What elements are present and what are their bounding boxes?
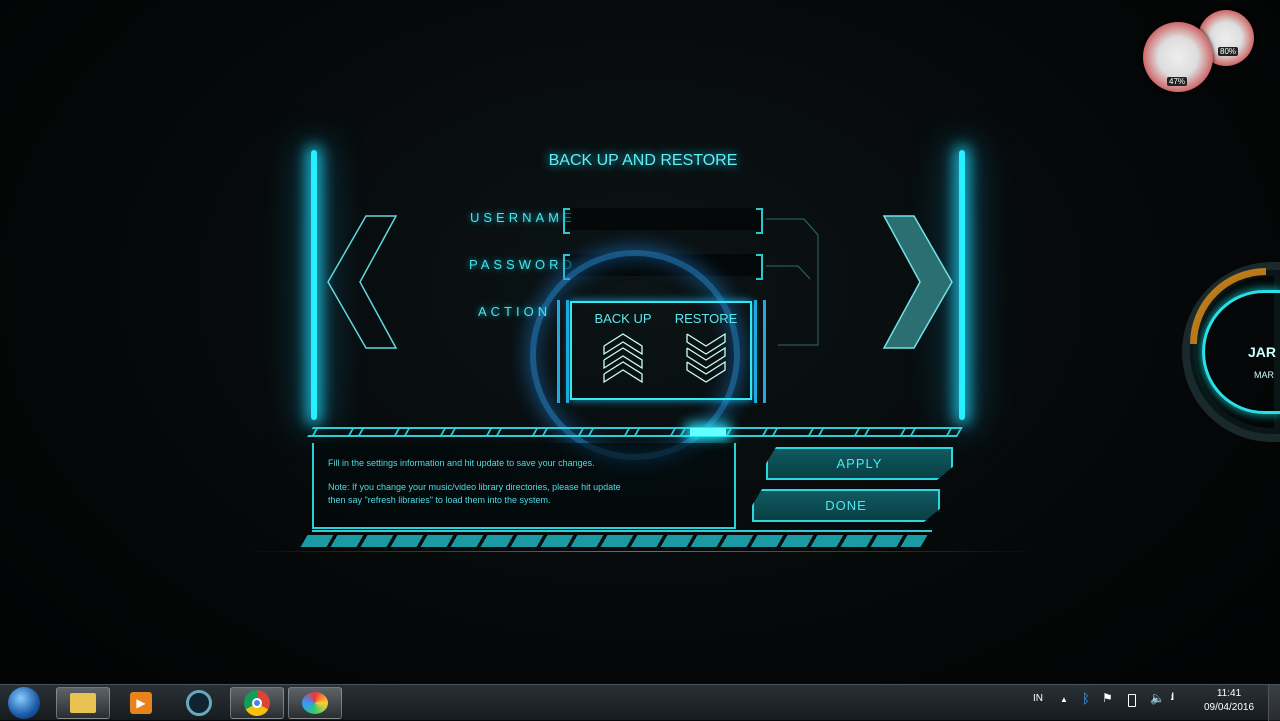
strip-glow <box>690 428 726 436</box>
jarvis-title: JAR <box>1248 344 1277 360</box>
chevrons-down-icon <box>686 332 726 383</box>
clock[interactable]: 11:41 09/04/2016 <box>1196 688 1262 713</box>
message-line-3: then say "refresh libraries" to load the… <box>328 495 551 505</box>
chevrons-up-icon <box>603 333 643 384</box>
message-line-2: Note: If you change your music/video lib… <box>328 482 621 492</box>
restore-button[interactable]: RESTORE <box>672 311 740 389</box>
memory-percent: 80% <box>1218 47 1239 56</box>
jarvis-app-icon <box>186 690 212 716</box>
top-segment-strip <box>307 427 963 437</box>
bluetooth-icon[interactable]: ᛒ <box>1082 691 1090 706</box>
password-label: PASSWORD <box>469 257 576 272</box>
language-indicator[interactable]: IN <box>1033 693 1043 704</box>
paint-icon <box>302 692 328 714</box>
clock-time: 11:41 <box>1216 688 1242 699</box>
message-box: Fill in the settings information and hit… <box>312 443 736 529</box>
floor-line <box>240 551 1040 552</box>
cpu-percent: 47% <box>1167 77 1188 86</box>
folder-icon <box>70 693 96 713</box>
backup-button[interactable]: BACK UP <box>592 311 654 389</box>
clock-date: 09/04/2016 <box>1203 702 1255 713</box>
chrome-icon <box>244 690 270 716</box>
right-glow-pillar <box>959 150 965 420</box>
action-label: ACTION <box>478 304 552 319</box>
taskbar-media-player[interactable]: ▶ <box>114 687 168 719</box>
action-box-left-bars <box>557 300 569 403</box>
taskbar: ▶ IN ▲ ᛒ ⚑ 🔈 .ıll 11:41 09/04/2016 <box>0 684 1280 721</box>
volume-icon[interactable]: 🔈 <box>1150 691 1165 705</box>
bottom-segment-strip <box>300 535 928 547</box>
apply-button[interactable]: APPLY <box>766 447 953 480</box>
restore-label: RESTORE <box>674 311 738 326</box>
battery-icon[interactable] <box>1128 694 1136 707</box>
windows-orb-icon <box>8 687 40 719</box>
message-line-1: Fill in the settings information and hit… <box>328 458 595 468</box>
show-desktop-button[interactable] <box>1268 685 1280 721</box>
media-player-icon: ▶ <box>130 692 152 714</box>
network-signal-icon[interactable]: .ıll <box>1170 692 1174 703</box>
left-glow-pillar <box>311 150 317 420</box>
done-button[interactable]: DONE <box>752 489 940 522</box>
action-box: BACK UP RESTORE <box>570 301 752 400</box>
next-arrow-icon[interactable] <box>882 214 954 350</box>
taskbar-paint[interactable] <box>288 687 342 719</box>
connector-lines <box>766 218 819 346</box>
bottom-line <box>312 530 932 532</box>
action-center-flag-icon[interactable]: ⚑ <box>1102 691 1113 705</box>
taskbar-chrome[interactable] <box>230 687 284 719</box>
username-input[interactable] <box>563 208 763 230</box>
taskbar-explorer[interactable] <box>56 687 110 719</box>
action-box-right-bars <box>754 300 766 403</box>
start-button[interactable] <box>0 687 48 719</box>
taskbar-jarvis-app[interactable] <box>172 687 226 719</box>
page-title: BACK UP AND RESTORE <box>548 152 738 169</box>
previous-arrow-icon[interactable] <box>326 214 398 350</box>
backup-label: BACK UP <box>594 311 652 326</box>
username-field[interactable] <box>563 208 763 234</box>
show-hidden-icons[interactable]: ▲ <box>1060 695 1068 704</box>
username-label: USERNAME <box>470 210 576 225</box>
jarvis-month: MAR <box>1254 370 1274 380</box>
cpu-gauge-gadget[interactable]: 47% <box>1143 22 1213 92</box>
